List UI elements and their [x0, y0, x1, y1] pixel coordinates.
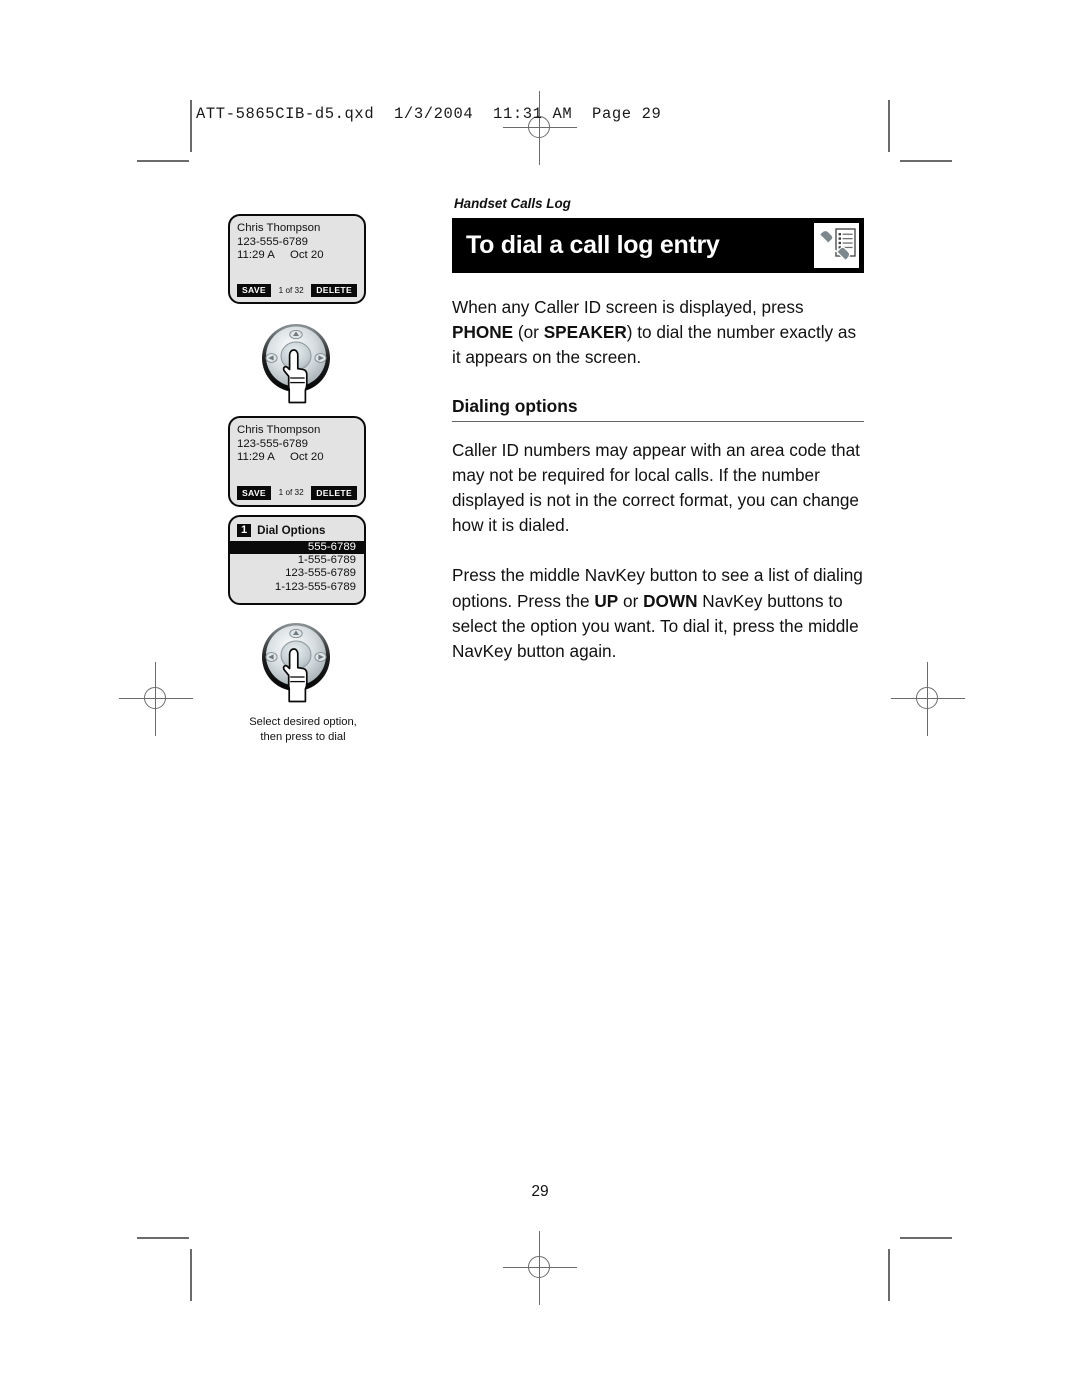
page-number: 29 [531, 1183, 549, 1200]
registration-mark-left [119, 662, 193, 736]
dial-options-header: 1 Dial Options [237, 523, 357, 537]
dial-option-item[interactable]: 1-555-6789 [237, 554, 357, 567]
dial-options-title: Dial Options [257, 523, 326, 537]
section-eyebrow: Handset Calls Log [454, 196, 571, 211]
softkey-bar: SAVE 1 of 32 DELETE [237, 283, 357, 298]
crop-mark-top-left-horizontal [137, 160, 189, 162]
registration-mark-bottom [503, 1231, 577, 1305]
caller-name: Chris Thompson [237, 424, 321, 437]
caller-id-screen-2: Chris Thompson 123-555-6789 11:29 A Oct … [228, 416, 366, 507]
caller-id-screen-1: Chris Thompson 123-555-6789 11:29 A Oct … [228, 214, 366, 305]
caller-name: Chris Thompson [237, 222, 321, 234]
up-keyword: UP [594, 590, 619, 611]
dialing-options-paragraph: Caller ID numbers may appear with an are… [452, 439, 860, 536]
dial-option-item[interactable]: 123-555-6789 [237, 567, 357, 580]
crop-mark-bottom-left-vertical [190, 1249, 192, 1301]
phone-list-icon [814, 223, 859, 268]
caller-number: 123-555-6789 [237, 235, 308, 248]
dial-option-item[interactable]: 1-123-555-6789 [237, 581, 357, 594]
section-title-bar: To dial a call log entry [452, 218, 864, 273]
lcd-blank-area [237, 465, 357, 483]
caller-number: 123-555-6789 [237, 437, 308, 450]
save-softkey[interactable]: SAVE [237, 283, 271, 298]
navkey-illustration-1-wrap [228, 320, 366, 406]
navkey-paragraph: Press the middle NavKey button to see a … [452, 563, 864, 664]
delete-softkey[interactable]: DELETE [311, 283, 357, 298]
caller-time-date: 11:29 A Oct 20 [237, 451, 324, 464]
navkey-illustration-2-wrap [228, 619, 366, 705]
dial-options-screen: 1 Dial Options 555-6789 1-555-6789 123-5… [228, 514, 366, 606]
record-counter: 1 of 32 [278, 285, 304, 295]
crop-mark-top-right-vertical [888, 100, 890, 152]
crop-mark-top-right-horizontal [900, 160, 952, 162]
subhead-dialing-options: Dialing options [452, 396, 864, 422]
print-slug-text: ATT-5865CIB-d5.qxd 1/3/2004 11:31 AM Pag… [196, 105, 662, 123]
navkey-part-2: or [618, 590, 644, 611]
intro-part-1: When any Caller ID screen is displayed, … [452, 297, 804, 317]
illustration-caption: Select desired option, then press to dia… [249, 716, 357, 744]
dial-options-badge: 1 [237, 523, 252, 537]
crop-mark-bottom-right-horizontal [900, 1237, 952, 1239]
crop-mark-bottom-left-horizontal [137, 1237, 189, 1239]
record-counter: 1 of 32 [278, 487, 304, 497]
speaker-keyword: SPEAKER [543, 322, 627, 343]
main-content-column: Handset Calls Log To dial a call log ent… [452, 196, 864, 664]
page-root: { "print_slug": "ATT-5865CIB-d5.qxd 1/3/… [0, 0, 1080, 1397]
registration-mark-right [891, 662, 965, 736]
softkey-bar: SAVE 1 of 32 DELETE [237, 486, 357, 500]
phone-keyword: PHONE [452, 322, 514, 343]
delete-softkey[interactable]: DELETE [311, 486, 357, 500]
navkey-press-icon [256, 320, 338, 406]
navkey-press-icon [256, 619, 338, 705]
crop-mark-bottom-right-vertical [888, 1249, 890, 1301]
crop-mark-top-left-vertical [190, 100, 192, 152]
down-keyword: DOWN [643, 590, 698, 611]
page-title: To dial a call log entry [466, 231, 720, 259]
lcd-blank-area [237, 263, 357, 281]
caller-time-date: 11:29 A Oct 20 [237, 249, 324, 262]
intro-part-2: (or [513, 322, 544, 343]
save-softkey[interactable]: SAVE [237, 486, 271, 500]
dial-option-item[interactable]: 555-6789 [230, 540, 364, 554]
illustration-column: Chris Thompson 123-555-6789 11:29 A Oct … [228, 214, 380, 745]
intro-paragraph: When any Caller ID screen is displayed, … [452, 295, 864, 371]
